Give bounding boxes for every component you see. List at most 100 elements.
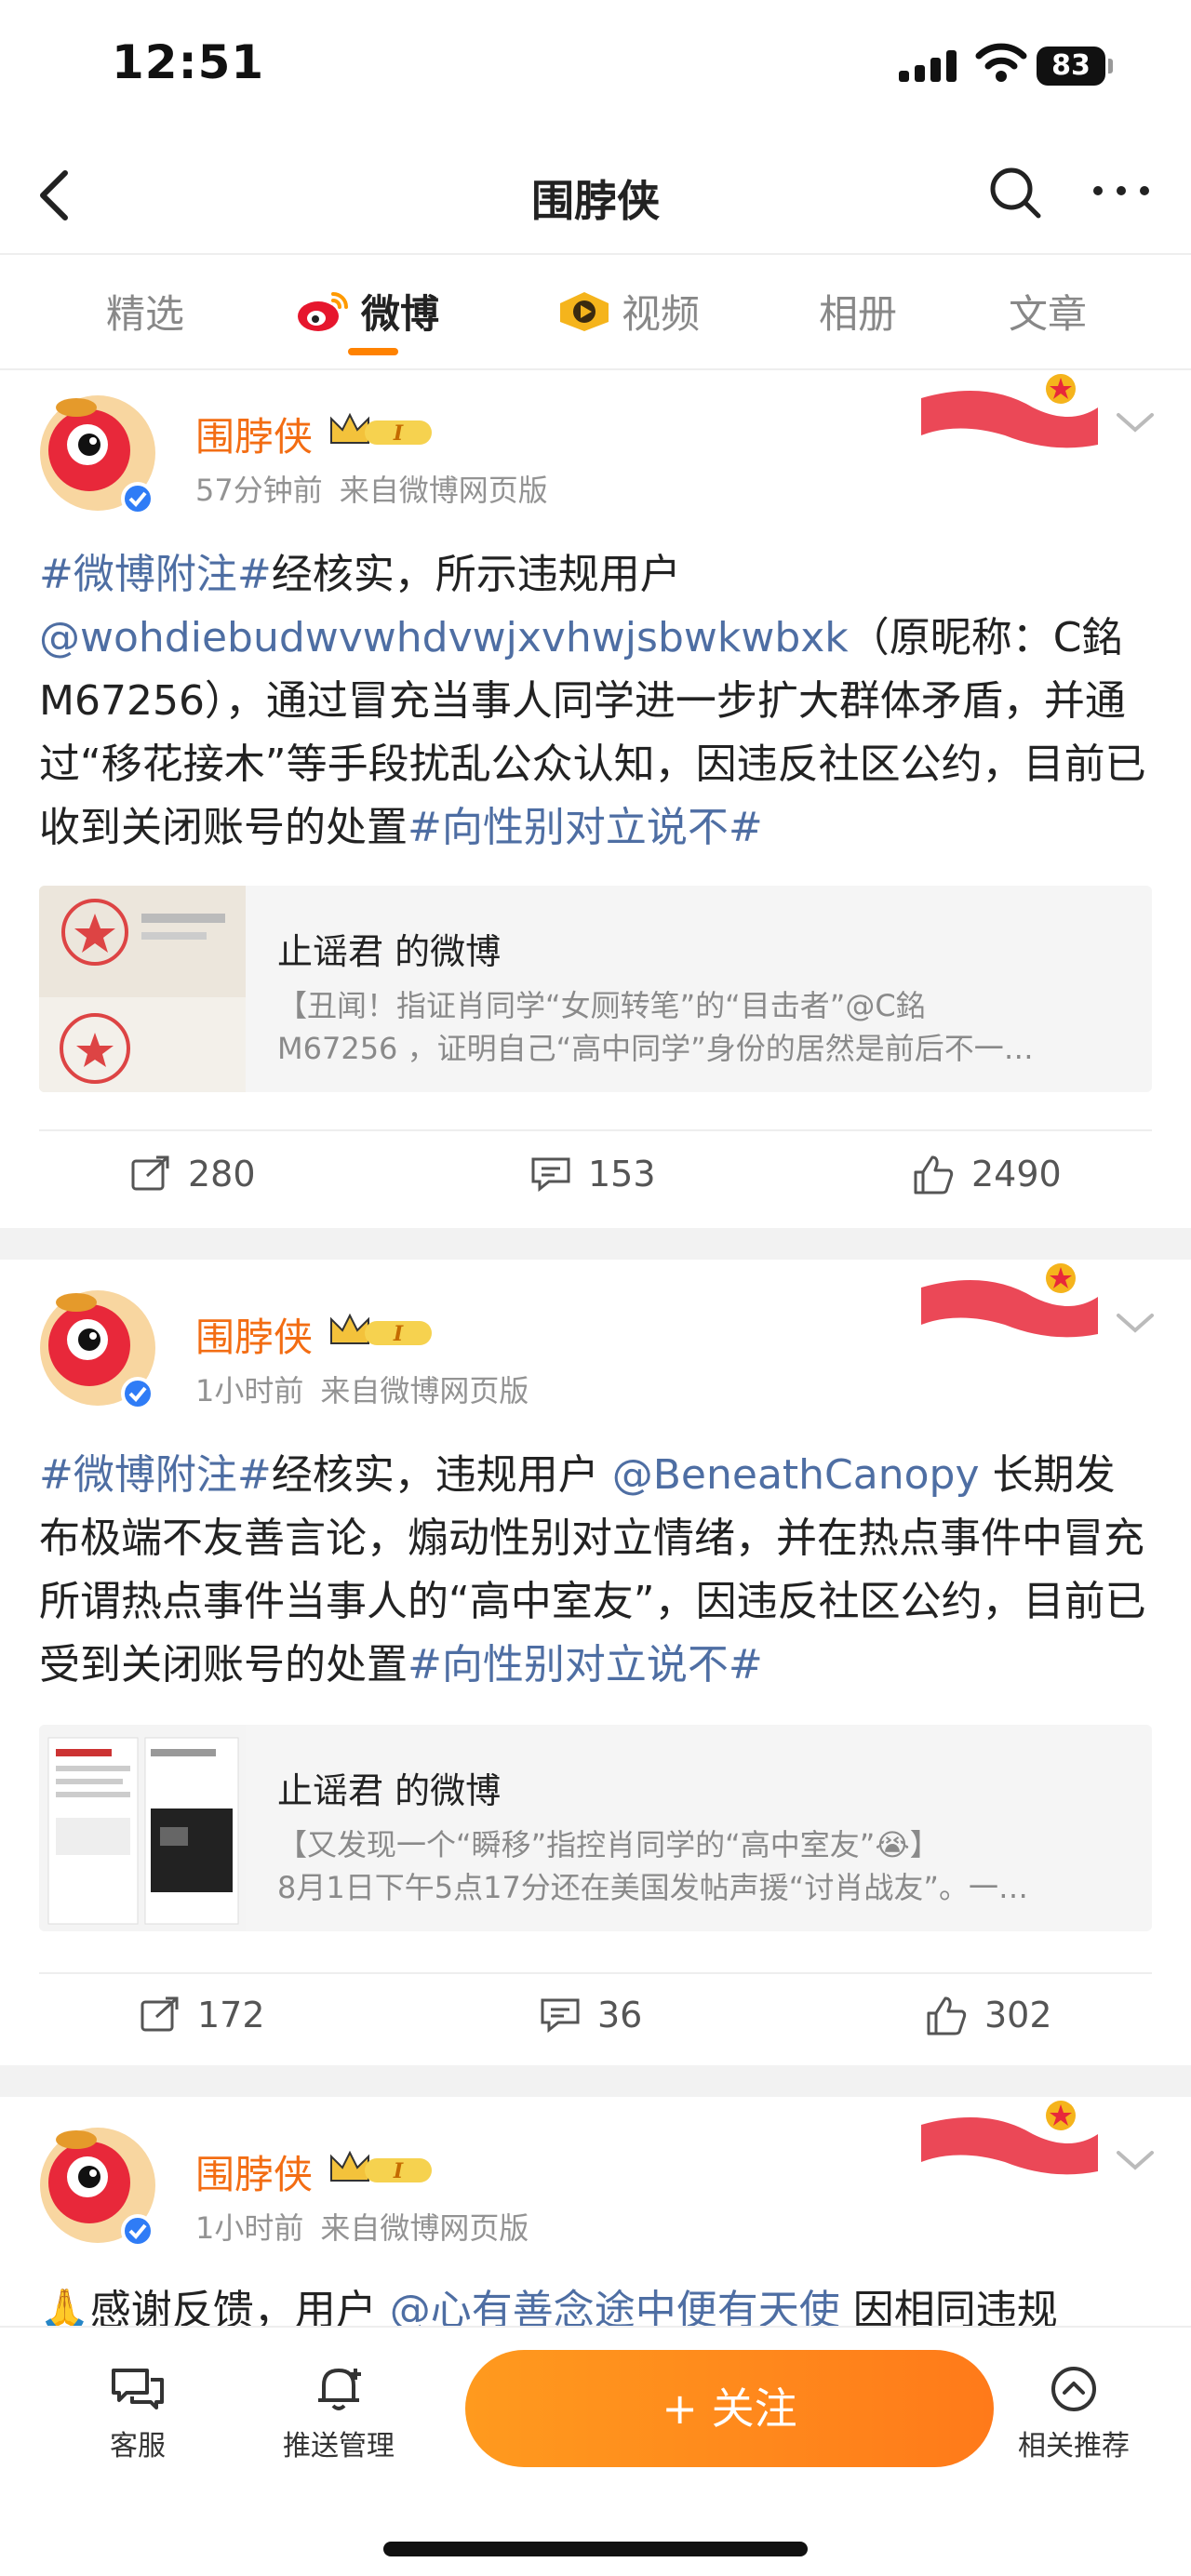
related-recommend-label: 相关推荐 (1018, 2430, 1130, 2463)
thumbs-up-icon (927, 1996, 967, 2035)
like-count: 302 (984, 1995, 1052, 2035)
more-options-icon[interactable] (1089, 177, 1154, 205)
chevron-down-icon[interactable] (1113, 409, 1158, 437)
post-text-segment: 因相同违规 (839, 2287, 1058, 2326)
decoration-banner-icon (921, 2101, 1098, 2175)
post-text: 🙏感谢反馈，用户 @心有善念途中便有天使 因相同违规 (39, 2279, 1156, 2326)
comment-icon (541, 1998, 580, 2034)
repost-icon (131, 1155, 169, 1191)
topic-link[interactable]: #微博附注# (39, 1451, 272, 1499)
post-text: #微博附注#经核实，违规用户 @BeneathCanopy 长期发布极端不友善言… (39, 1444, 1156, 1697)
home-indicator[interactable] (383, 2542, 808, 2556)
mention-link[interactable]: @wohdiebudwvwhdvwjxvhwjsbwkwbxk (39, 614, 849, 661)
post-source: 来自微博网页版 (320, 2210, 529, 2246)
svg-text:I: I (393, 421, 404, 446)
svg-text:I: I (393, 2159, 404, 2183)
repost-button[interactable]: 280 (130, 1154, 256, 1195)
post-source: 来自微博网页版 (320, 1373, 529, 1408)
comment-icon (531, 1157, 570, 1193)
quoted-post-card[interactable]: 止谣君 的微博 【丑闻！指证肖同学“女厕转笔”的“目击者”@C銘 M67256 … (39, 886, 1152, 1092)
push-settings-button[interactable]: 推送管理 (264, 2365, 413, 2463)
avatar[interactable] (33, 1284, 162, 1412)
topic-link[interactable]: #微博附注# (39, 551, 272, 598)
chevron-down-icon[interactable] (1113, 2147, 1158, 2175)
action-divider (39, 1972, 1152, 1974)
repost-button[interactable]: 172 (140, 1995, 265, 2035)
push-settings-label: 推送管理 (283, 2430, 395, 2463)
search-icon[interactable] (986, 164, 1044, 221)
post-meta: 57分钟前 来自微博网页版 (195, 467, 548, 510)
quoted-post-card[interactable]: 止谣君 的微博 【又发现一个“瞬移”指控肖同学的“高中室友”😭】 8月1日下午5… (39, 1725, 1152, 1931)
battery-indicator: 83 (1037, 47, 1113, 86)
post-text-segment: 经核实，所示违规用户 (271, 551, 681, 598)
vip-crown-badge-icon: I (330, 2150, 432, 2183)
tab-weibo[interactable]: 微博 (296, 283, 439, 340)
mention-link[interactable]: @BeneathCanopy (612, 1451, 980, 1499)
action-divider (39, 1129, 1152, 1131)
weibo-post: 围脖侠 I 57分钟前 来自微博网页版 #微博附注#经核实，所示违规用户 @wohd… (0, 370, 1191, 1228)
weibo-post: 围脖侠 I 1小时前 来自微博网页版 🙏感谢反馈，用户 @心有善念途中便有天使 因… (0, 2097, 1191, 2326)
quoted-post-title: 止谣君 的微博 (277, 1770, 502, 1811)
thumbs-up-icon (914, 1155, 954, 1195)
video-icon (560, 291, 609, 331)
tab-album[interactable]: 相册 (819, 283, 897, 340)
bell-plus-icon (318, 2369, 361, 2410)
quoted-post-excerpt: 【丑闻！指证肖同学“女厕转笔”的“目击者”@C銘 (277, 988, 926, 1023)
post-text: #微博附注#经核实，所示违规用户 @wohdiebudwvwhdvwjxvhwjs… (39, 543, 1156, 860)
weibo-logo-icon (298, 291, 348, 331)
chevron-up-circle-icon (1051, 2367, 1096, 2411)
topic-link[interactable]: #向性别对立说不# (408, 1641, 763, 1688)
post-divider (0, 1228, 1191, 1260)
like-count: 2490 (971, 1154, 1062, 1195)
customer-service-label: 客服 (110, 2430, 166, 2463)
tab-video[interactable]: 视频 (558, 283, 700, 340)
comment-count: 36 (597, 1995, 643, 2035)
related-recommend-button[interactable]: 相关推荐 (999, 2365, 1148, 2463)
bottom-action-bar: 客服 推送管理 + 关注 相关推荐 (0, 2326, 1191, 2576)
post-time: 1小时前 (195, 1373, 304, 1408)
status-time: 12:51 (112, 35, 265, 89)
avatar[interactable] (33, 389, 162, 517)
quoted-post-excerpt: 8月1日下午5点17分还在美国发帖声援“讨肖战友”。一… (277, 1870, 1028, 1905)
like-button[interactable]: 2490 (912, 1154, 1062, 1195)
mention-link[interactable]: @心有善念途中便有天使 (390, 2287, 840, 2326)
profile-tabs: 精选 微博 视频 相册 文章 (0, 253, 1191, 370)
quoted-post-excerpt: M67256 ，证明自己“高中同学”身份的居然是前后不一… (277, 1031, 1034, 1066)
weibo-post: 围脖侠 I 1小时前 来自微博网页版 #微博附注#经核实，违规用户 @Beneat… (0, 1260, 1191, 2065)
topic-link[interactable]: #向性别对立说不# (408, 804, 763, 851)
post-text-segment: 经核实，违规用户 (271, 1451, 612, 1499)
follow-button[interactable]: + 关注 (465, 2350, 994, 2467)
wifi-icon (975, 43, 1027, 82)
chat-bubbles-icon (112, 2369, 164, 2409)
cellular-signal-icon (899, 50, 957, 82)
post-meta: 1小时前 来自微博网页版 (195, 2205, 529, 2248)
chevron-down-icon[interactable] (1113, 1310, 1158, 1338)
status-bar: 12:51 83 (0, 0, 1191, 140)
customer-service-button[interactable]: 客服 (63, 2365, 212, 2463)
post-source: 来自微博网页版 (339, 473, 548, 508)
decoration-banner-icon (921, 1263, 1098, 1338)
quoted-post-thumbnail (39, 1725, 246, 1931)
post-username[interactable]: 围脖侠 (195, 2143, 313, 2200)
post-time: 1小时前 (195, 2210, 304, 2246)
repost-count: 172 (197, 1995, 265, 2035)
comment-button[interactable]: 36 (540, 1995, 642, 2035)
tab-articles[interactable]: 文章 (1009, 283, 1087, 340)
post-username[interactable]: 围脖侠 (195, 406, 313, 462)
post-divider (0, 2065, 1191, 2097)
post-username[interactable]: 围脖侠 (195, 1306, 313, 1363)
post-time: 57分钟前 (195, 473, 323, 508)
vip-crown-badge-icon: I (330, 1313, 432, 1346)
decoration-banner-icon (921, 374, 1098, 448)
avatar[interactable] (33, 2121, 162, 2249)
tab-featured[interactable]: 精选 (106, 283, 184, 340)
like-button[interactable]: 302 (925, 1995, 1052, 2035)
comment-button[interactable]: 153 (530, 1154, 656, 1195)
active-tab-indicator (348, 348, 398, 355)
quoted-post-title: 止谣君 的微博 (277, 931, 502, 972)
svg-text:I: I (393, 1322, 404, 1346)
vip-crown-badge-icon: I (330, 412, 432, 446)
post-meta: 1小时前 来自微博网页版 (195, 1368, 529, 1410)
repost-icon (141, 1996, 179, 2032)
top-nav-bar: 围脖侠 (0, 140, 1191, 251)
